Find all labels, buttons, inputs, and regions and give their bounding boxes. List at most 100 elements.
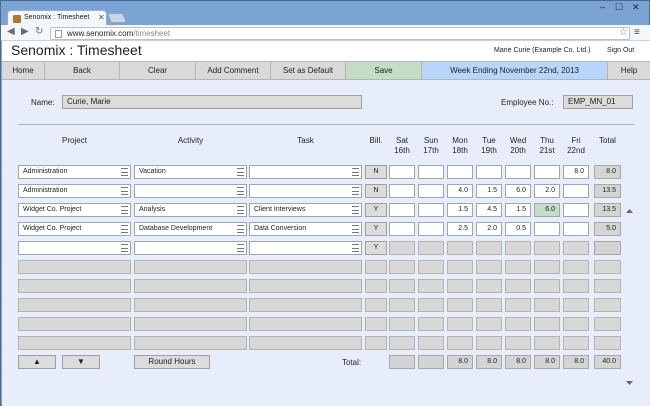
add-comment-button[interactable]: Add Comment xyxy=(196,62,271,79)
list-icon[interactable] xyxy=(352,168,359,176)
hours-cell[interactable] xyxy=(447,241,473,255)
hours-cell[interactable]: 2.5 xyxy=(447,222,473,236)
tab-close-icon[interactable]: ✕ xyxy=(98,13,105,22)
activity-cell[interactable]: Analysis xyxy=(134,203,247,217)
list-icon[interactable] xyxy=(237,168,244,176)
clear-button[interactable]: Clear xyxy=(120,62,196,79)
activity-cell[interactable]: Vacation xyxy=(134,165,247,179)
hours-cell[interactable]: 2.0 xyxy=(476,222,502,236)
activity-cell[interactable] xyxy=(134,184,247,198)
hours-cell[interactable]: 6.0 xyxy=(505,184,531,198)
hours-cell[interactable] xyxy=(389,241,415,255)
hours-cell[interactable] xyxy=(447,165,473,179)
list-icon[interactable] xyxy=(121,206,128,214)
list-icon[interactable] xyxy=(352,187,359,195)
hours-cell[interactable]: 0.5 xyxy=(505,222,531,236)
hours-cell[interactable] xyxy=(389,184,415,198)
new-tab-button[interactable] xyxy=(107,13,127,23)
task-cell[interactable] xyxy=(249,165,362,179)
browser-menu-icon[interactable]: ≡ xyxy=(634,27,640,38)
hours-cell[interactable] xyxy=(505,165,531,179)
task-cell[interactable]: Data Conversion xyxy=(249,222,362,236)
name-field[interactable]: Curie, Marie xyxy=(62,95,362,109)
hours-cell[interactable]: 6.0 xyxy=(534,203,560,217)
hours-cell[interactable] xyxy=(418,184,444,198)
list-icon[interactable] xyxy=(237,187,244,195)
hours-cell[interactable] xyxy=(389,165,415,179)
hours-cell[interactable]: 4.5 xyxy=(476,203,502,217)
hours-cell[interactable]: 2.0 xyxy=(534,184,560,198)
billable-cell[interactable]: N xyxy=(365,184,387,198)
bookmark-star-icon[interactable]: ☆ xyxy=(619,27,628,38)
week-ending-label[interactable]: Week Ending November 22nd, 2013 xyxy=(422,62,608,79)
hours-cell[interactable] xyxy=(389,203,415,217)
scrollbar[interactable] xyxy=(625,209,634,385)
hours-cell[interactable] xyxy=(563,203,589,217)
task-cell[interactable] xyxy=(249,241,362,255)
hours-cell[interactable] xyxy=(476,241,502,255)
hours-cell[interactable] xyxy=(563,184,589,198)
scroll-up-icon[interactable] xyxy=(626,209,633,213)
round-hours-button[interactable]: Round Hours xyxy=(134,355,210,369)
list-icon[interactable] xyxy=(121,168,128,176)
list-icon[interactable] xyxy=(237,244,244,252)
project-cell[interactable]: Widget Co. Project xyxy=(18,222,131,236)
back-button[interactable]: Back xyxy=(45,62,120,79)
billable-cell[interactable]: Y xyxy=(365,203,387,217)
list-icon[interactable] xyxy=(237,206,244,214)
hours-cell[interactable] xyxy=(418,222,444,236)
project-cell[interactable]: Administration xyxy=(18,184,131,198)
hours-cell[interactable] xyxy=(505,241,531,255)
project-cell[interactable]: Administration xyxy=(18,165,131,179)
hours-cell[interactable] xyxy=(389,222,415,236)
employee-no-field[interactable]: EMP_MN_01 xyxy=(563,95,633,109)
save-button[interactable]: Save xyxy=(346,62,422,79)
billable-cell[interactable]: N xyxy=(365,165,387,179)
reload-icon[interactable]: ↻ xyxy=(35,26,43,37)
back-icon[interactable]: ◀ xyxy=(7,26,15,37)
hours-cell[interactable] xyxy=(418,241,444,255)
hours-cell[interactable]: 1.5 xyxy=(476,184,502,198)
list-icon[interactable] xyxy=(352,244,359,252)
hours-cell[interactable]: 4.0 xyxy=(447,184,473,198)
maximize-button[interactable]: ☐ xyxy=(615,2,623,13)
hours-cell[interactable]: 1.5 xyxy=(505,203,531,217)
hours-cell[interactable] xyxy=(534,222,560,236)
set-default-button[interactable]: Set as Default xyxy=(271,62,346,79)
billable-cell[interactable]: Y xyxy=(365,222,387,236)
browser-tab[interactable]: Senomix : Timesheet ✕ xyxy=(7,10,107,26)
sign-out-link[interactable]: Sign Out xyxy=(607,47,634,54)
billable-cell[interactable]: Y xyxy=(365,241,387,255)
list-icon[interactable] xyxy=(352,225,359,233)
scroll-down-icon[interactable] xyxy=(626,381,633,385)
list-icon[interactable] xyxy=(121,225,128,233)
hours-cell[interactable] xyxy=(534,241,560,255)
project-cell[interactable]: Widget Co. Project xyxy=(18,203,131,217)
list-icon[interactable] xyxy=(237,225,244,233)
page: Senomix : Timesheet Marie Curie (Example… xyxy=(2,41,650,406)
activity-cell[interactable]: Database Development xyxy=(134,222,247,236)
hours-cell[interactable] xyxy=(563,222,589,236)
hours-cell[interactable] xyxy=(563,241,589,255)
hours-cell[interactable]: 8.0 xyxy=(563,165,589,179)
minimize-button[interactable]: – xyxy=(600,2,605,12)
address-bar[interactable]: www.senomix.com/timesheet ☆ xyxy=(50,27,630,40)
project-cell[interactable] xyxy=(18,241,131,255)
list-icon[interactable] xyxy=(121,187,128,195)
hours-cell[interactable] xyxy=(418,203,444,217)
task-cell[interactable]: Client Interviews xyxy=(249,203,362,217)
forward-icon[interactable]: ▶ xyxy=(21,26,29,37)
help-button[interactable]: Help xyxy=(608,62,650,79)
list-icon[interactable] xyxy=(121,244,128,252)
task-cell[interactable] xyxy=(249,184,362,198)
home-button[interactable]: Home xyxy=(2,62,45,79)
list-icon[interactable] xyxy=(352,206,359,214)
hours-cell[interactable] xyxy=(476,165,502,179)
move-up-button[interactable]: ▲ xyxy=(18,355,56,369)
hours-cell[interactable]: 1.5 xyxy=(447,203,473,217)
hours-cell[interactable] xyxy=(534,165,560,179)
close-window-button[interactable]: ✕ xyxy=(632,2,640,13)
move-down-button[interactable]: ▼ xyxy=(62,355,100,369)
hours-cell[interactable] xyxy=(418,165,444,179)
activity-cell[interactable] xyxy=(134,241,247,255)
